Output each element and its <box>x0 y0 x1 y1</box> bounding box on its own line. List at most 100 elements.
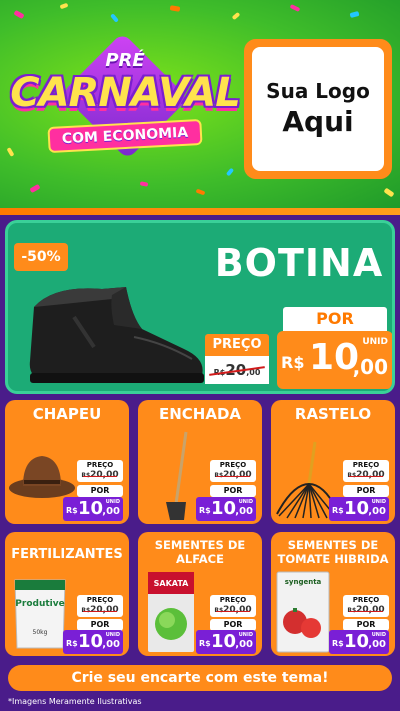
old-price-label: PREÇO <box>205 334 269 356</box>
brand-subtitle: COM ECONOMIA <box>47 118 203 154</box>
old-price-label: PREÇO <box>86 596 114 604</box>
new-price-unit: UNID <box>105 499 120 505</box>
new-price-label: POR <box>343 485 389 497</box>
old-price-tag: PREÇO R$20,00 <box>77 595 123 617</box>
fertilizer-bag-icon: Produtive 50kg <box>14 579 66 649</box>
new-price-currency: R$ <box>281 353 305 372</box>
new-price-currency: R$ <box>66 639 78 648</box>
old-price-tag: PREÇO R$20,00 <box>77 460 123 482</box>
old-price-cents: ,00 <box>246 368 261 377</box>
product-name: FERTILIZANTES <box>11 547 123 562</box>
product-name: RASTELO <box>294 405 372 423</box>
new-price-label: POR <box>77 485 123 497</box>
product-card-fertilizantes[interactable]: FERTILIZANTES Produtive 50kg PREÇO R$20,… <box>5 532 129 656</box>
product-name: CHAPEU <box>32 405 102 423</box>
header-banner: PRÉ CARNAVAL COM ECONOMIA Sua Logo Aqui <box>0 0 400 210</box>
old-price-label: PREÇO <box>352 596 380 604</box>
old-price: R$20,00 <box>77 470 123 481</box>
product-card-sementes-tomate[interactable]: SEMENTES DE TOMATE HIBRIDA syngenta PREÇ… <box>271 532 395 656</box>
new-price-main: 10 <box>211 631 237 652</box>
product-name: SEMENTES DE TOMATE HIBRIDA <box>277 538 389 566</box>
product-card-chapeu[interactable]: CHAPEU PREÇO R$20,00 POR R$ 10 UNID ,00 <box>5 400 129 524</box>
old-price-currency: R$ <box>214 607 224 614</box>
old-price-label: PREÇO <box>219 596 247 604</box>
new-price-cents: ,00 <box>368 639 386 650</box>
seed-packet-icon: SAKATA <box>148 572 194 652</box>
logo-text-line1: Sua Logo <box>266 79 370 103</box>
seed-packet-icon: syngenta <box>276 571 330 653</box>
package-weight: 50kg <box>33 629 48 636</box>
old-price-currency: R$ <box>347 607 357 614</box>
new-price-cents: ,00 <box>235 639 253 650</box>
logo-placeholder-inner: Sua Logo Aqui <box>252 47 384 171</box>
package-text: Produtive <box>15 599 64 609</box>
confetti <box>349 10 360 19</box>
new-price-cents: ,00 <box>368 506 386 517</box>
new-price-currency: R$ <box>199 506 211 515</box>
old-price: R$20,00 <box>343 470 389 481</box>
boot-icon <box>29 287 204 383</box>
old-price-value: 20,00 <box>90 470 119 480</box>
new-price-main: 10 <box>78 498 104 519</box>
old-price-value: 20,00 <box>356 470 385 480</box>
old-price: R$20,00 <box>210 605 256 616</box>
product-card-sementes-alface[interactable]: SEMENTES DE ALFACE SAKATA PREÇO R$20,00 … <box>138 532 262 656</box>
old-price-tag: PREÇO R$20,00 <box>205 334 269 386</box>
hero-offer[interactable]: -50% BOTINA PREÇO R$20,00 POR R$ 10 UNID… <box>5 220 395 394</box>
new-price-cents: ,00 <box>352 355 388 379</box>
new-price: R$ 10 UNID ,00 <box>329 630 389 654</box>
new-price: R$ 10 UNID ,00 <box>277 331 392 389</box>
hoe-icon <box>166 431 188 520</box>
product-name: SEMENTES DE ALFACE <box>154 538 246 566</box>
old-price-tag: PREÇO R$20,00 <box>210 460 256 482</box>
product-card-rastelo[interactable]: RASTELO PREÇO R$20,00 POR R$ 10 UNID ,00 <box>271 400 395 524</box>
logo-placeholder[interactable]: Sua Logo Aqui <box>244 39 392 179</box>
old-price: R$20,00 <box>343 605 389 616</box>
new-price-cents: ,00 <box>102 506 120 517</box>
old-price-currency: R$ <box>347 472 357 479</box>
old-price-label: PREÇO <box>352 461 380 469</box>
new-price-unit: UNID <box>371 632 386 638</box>
new-price-currency: R$ <box>332 506 344 515</box>
confetti <box>289 4 301 12</box>
new-price: R$ 10 UNID ,00 <box>329 497 389 521</box>
old-price: R$20,00 <box>205 356 269 384</box>
old-price-currency: R$ <box>81 472 91 479</box>
new-price: R$ 10 UNID ,00 <box>63 630 123 654</box>
new-price-unit: UNID <box>371 499 386 505</box>
old-price: R$20,00 <box>77 605 123 616</box>
carnaval-logo: PRÉ CARNAVAL COM ECONOMIA <box>10 30 241 190</box>
new-price-currency: R$ <box>66 506 78 515</box>
hero-product-name: BOTINA <box>214 241 384 285</box>
new-price: R$ 10 UNID ,00 <box>196 497 256 521</box>
new-price-main: 10 <box>344 631 370 652</box>
new-price-main: 10 <box>211 498 237 519</box>
old-price-main: 20 <box>225 361 247 379</box>
confetti <box>13 9 25 20</box>
new-price: R$ 10 UNID ,00 <box>63 497 123 521</box>
product-card-enchada[interactable]: ENCHADA PREÇO R$20,00 POR R$ 10 UNID ,00 <box>138 400 262 524</box>
confetti <box>110 13 119 23</box>
old-price-label: PREÇO <box>86 461 114 469</box>
new-price-unit: UNID <box>238 632 253 638</box>
old-price-label: PREÇO <box>219 461 247 469</box>
package-text: SAKATA <box>154 579 190 588</box>
new-price-main: 10 <box>344 498 370 519</box>
new-price-label: POR <box>283 307 387 331</box>
new-price-label: POR <box>210 485 256 497</box>
old-price-value: 20,00 <box>223 470 252 480</box>
logo-text-line2: Aqui <box>282 105 354 138</box>
old-price-currency: R$ <box>81 607 91 614</box>
create-flyer-button[interactable]: Crie seu encarte com este tema! <box>8 665 392 691</box>
old-price-value: 20,00 <box>223 605 252 615</box>
confetti <box>169 5 181 12</box>
confetti <box>59 2 69 10</box>
confetti <box>231 11 241 21</box>
old-price-currency: R$ <box>213 368 226 377</box>
new-price-unit: UNID <box>238 499 253 505</box>
old-price-tag: PREÇO R$20,00 <box>343 460 389 482</box>
disclaimer-text: *Imagens Meramente Ilustrativas <box>8 697 142 706</box>
new-price: R$ 10 UNID ,00 <box>196 630 256 654</box>
old-price-tag: PREÇO R$20,00 <box>343 595 389 617</box>
new-price-currency: R$ <box>332 639 344 648</box>
